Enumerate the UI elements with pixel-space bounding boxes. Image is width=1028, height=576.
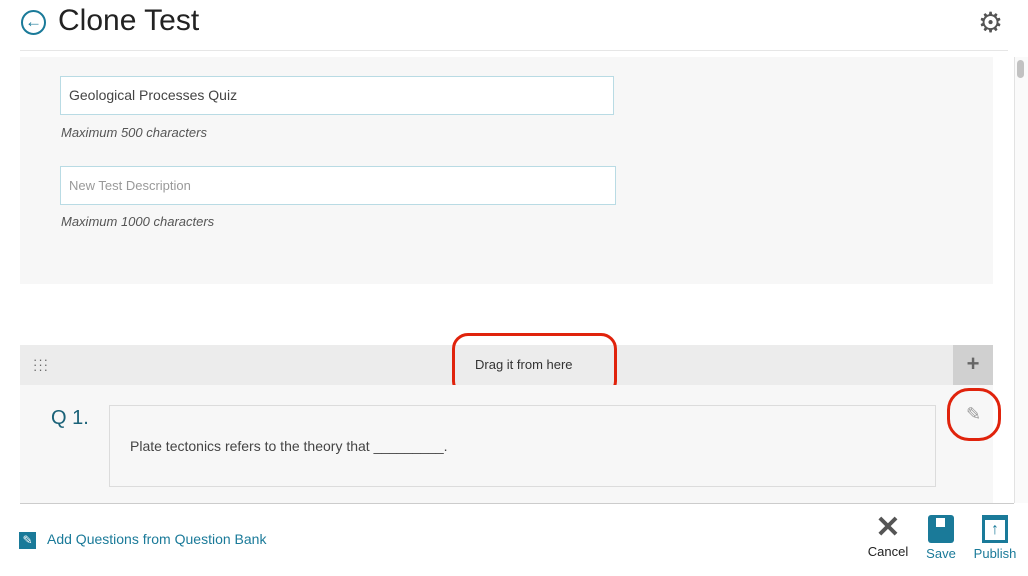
test-name-input[interactable]: Geological Processes Quiz [60,76,614,115]
drag-handle-icon[interactable]: ··· ··· ··· [33,353,49,376]
cancel-label: Cancel [867,544,909,559]
edit-add-icon[interactable]: ✎ [19,532,36,549]
publish-button[interactable]: ↑ Publish [970,515,1020,561]
divider [20,503,1014,504]
gear-icon[interactable]: ⚙ [978,6,1003,39]
cancel-button[interactable]: ✕ Cancel [866,511,910,560]
publish-icon: ↑ [982,515,1008,543]
publish-label: Publish [973,546,1017,561]
save-icon [928,515,954,543]
add-question-button[interactable]: + [953,345,993,385]
highlight-ring [947,388,1001,441]
save-label: Save [926,546,956,561]
back-arrow-icon[interactable]: ← [21,10,46,35]
question-number: Q 1. [51,407,89,429]
name-hint: Maximum 500 characters [61,125,207,140]
question-text[interactable]: Plate tectonics refers to the theory tha… [109,405,936,487]
scrollbar[interactable] [1014,57,1028,503]
description-hint: Maximum 1000 characters [61,214,215,229]
scrollbar-thumb[interactable] [1017,60,1024,78]
divider [20,50,1008,51]
page-title: Clone Test [58,4,200,37]
add-questions-link[interactable]: Add Questions from Question Bank [47,531,266,547]
description-input[interactable]: New Test Description [60,166,616,205]
close-icon: ✕ [875,511,901,544]
save-button[interactable]: Save [922,515,960,561]
